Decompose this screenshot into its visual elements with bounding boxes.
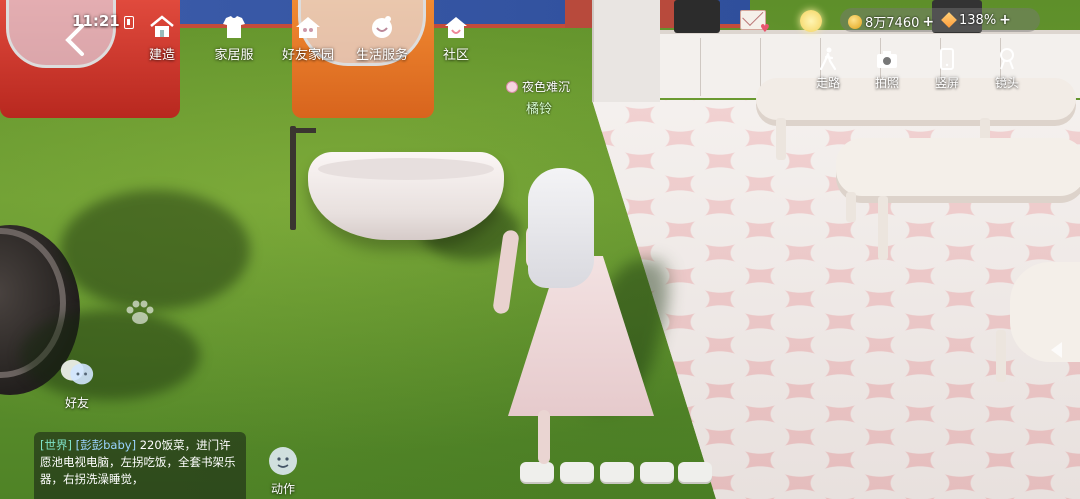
tool-camera[interactable]: 拍照 <box>862 46 912 91</box>
tool-label: 竖屏 <box>934 76 959 90</box>
emote-action-icon <box>266 444 300 478</box>
tree-shadow <box>60 190 250 310</box>
gem-icon <box>941 12 957 28</box>
chat-username[interactable]: [彭彭baby] <box>76 438 136 452</box>
game-scene[interactable] <box>0 0 1080 499</box>
back-button[interactable] <box>60 20 90 60</box>
action-label: 动作 <box>270 482 295 496</box>
house-wall <box>592 0 660 102</box>
heart-icon: ♥ <box>760 22 770 35</box>
player-title-row: 夜色难沉 <box>506 78 570 95</box>
bathtub-rim <box>318 158 494 180</box>
side-table[interactable] <box>1010 262 1080 362</box>
world-chat-box[interactable]: [世界] [彭彭baby] 220饭菜，进门许愿池电视电脑，左拐吃饭，全套书架乐… <box>34 432 246 499</box>
cabinet-divider <box>700 38 701 96</box>
stepping-stone <box>600 462 634 482</box>
nav-label: 社区 <box>442 48 469 63</box>
table-leg <box>996 330 1006 382</box>
coin-counter[interactable]: 8万7460 + <box>848 12 934 31</box>
table-leg <box>846 192 856 222</box>
friends-button[interactable]: 好友 <box>58 354 96 411</box>
tree-shadow <box>20 310 200 400</box>
nav-friend-home[interactable]: 好友家园 <box>268 12 348 63</box>
tool-label: 镜头 <box>994 76 1019 90</box>
gem-value: 138% <box>959 12 997 28</box>
bath-faucet <box>290 126 296 230</box>
table-leg <box>878 196 888 260</box>
bath-faucet-spout <box>290 128 316 133</box>
life-service-icon <box>367 12 397 42</box>
tool-portrait[interactable]: 竖屏 <box>922 46 972 91</box>
character-hair[interactable] <box>528 168 594 288</box>
table-leg <box>776 118 786 160</box>
friends-label: 好友 <box>64 396 89 410</box>
nav-life-service[interactable]: 生活服务 <box>342 12 422 63</box>
nav-label: 好友家园 <box>281 48 334 63</box>
stepping-stone <box>560 462 594 482</box>
camera-icon <box>874 46 900 72</box>
tool-walk[interactable]: 走路 <box>803 46 853 91</box>
nav-community[interactable]: 社区 <box>416 12 496 63</box>
add-gems-button[interactable]: + <box>999 12 1011 28</box>
gem-counter[interactable]: 138% + <box>941 12 1011 28</box>
nav-build[interactable]: 建造 <box>122 12 202 63</box>
tool-label: 拍照 <box>874 76 899 90</box>
player-title: 夜色难沉 <box>522 80 571 94</box>
stepping-stone <box>678 462 712 482</box>
nav-label: 建造 <box>148 48 175 63</box>
microwave <box>674 0 720 33</box>
nav-label: 家居服 <box>214 48 254 63</box>
friends-chat-icon <box>58 354 96 392</box>
collapse-arrow-icon[interactable] <box>1051 342 1062 358</box>
character-leg <box>538 410 550 464</box>
action-button[interactable]: 动作 <box>266 444 300 497</box>
weather-sun-icon[interactable] <box>800 10 822 32</box>
back-arrow-icon <box>65 24 84 56</box>
homewear-shirt-icon <box>219 12 249 42</box>
player-nametag[interactable]: 夜色难沉 橘铃 <box>506 78 570 117</box>
coin-icon <box>848 14 862 29</box>
tool-lens[interactable]: 镜头 <box>982 46 1032 91</box>
add-coins-button[interactable]: + <box>922 14 934 30</box>
community-house-icon <box>441 12 471 42</box>
dining-table-front[interactable] <box>836 138 1080 196</box>
pet-paw-icon[interactable] <box>122 298 158 332</box>
camera-lens-icon <box>994 46 1020 72</box>
title-badge-icon <box>506 80 518 93</box>
nav-homewear[interactable]: 家居服 <box>194 12 274 63</box>
friend-home-icon <box>293 12 323 42</box>
tool-label: 走路 <box>815 76 840 90</box>
build-house-icon <box>147 12 177 42</box>
portrait-screen-icon <box>934 46 960 72</box>
coin-value: 8万7460 <box>865 16 920 31</box>
nav-label: 生活服务 <box>355 48 408 63</box>
chat-channel: [世界] <box>40 438 72 452</box>
walk-icon <box>815 46 841 72</box>
stepping-stone <box>520 462 554 482</box>
stepping-stone <box>640 462 674 482</box>
player-name: 橘铃 <box>526 102 553 117</box>
